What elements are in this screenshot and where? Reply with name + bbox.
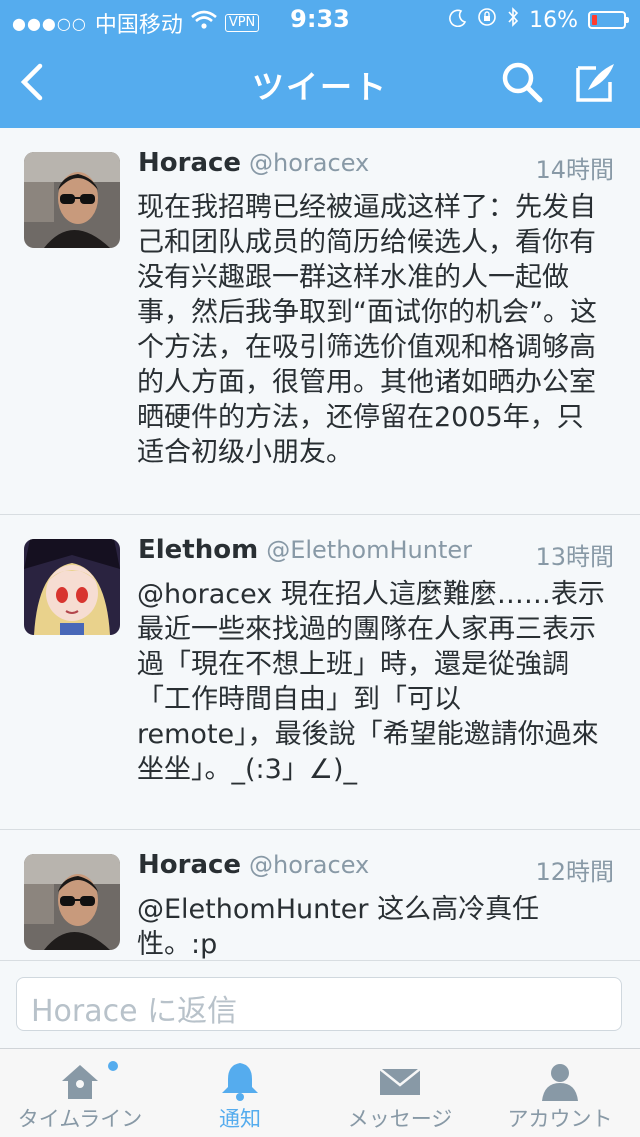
status-bar: ●●●○○ 中国移动 VPN 9:33 16%: [0, 0, 640, 40]
reply-input[interactable]: Horace に返信: [16, 977, 622, 1031]
avatar[interactable]: [24, 854, 120, 950]
tab-messages[interactable]: メッセージ: [320, 1049, 480, 1137]
home-icon: [58, 1059, 102, 1103]
nav-bar: ツイート: [0, 40, 640, 128]
tweet-list: Horace @horacex 14時間 现在我招聘已经被逼成这样了：先发自 己和…: [0, 128, 640, 960]
search-icon: [500, 60, 544, 108]
tweet-text: 现在我招聘已经被逼成这样了：先发自 己和团队成员的简历给候选人，看你有 没有兴趣…: [137, 192, 597, 468]
tweet[interactable]: Horace @horacex 14時間 现在我招聘已经被逼成这样了：先发自 己和…: [0, 128, 640, 515]
tweet[interactable]: Elethom @ElethomHunter 13時間 @horacex 現在招人…: [0, 515, 640, 830]
avatar[interactable]: [24, 152, 120, 248]
battery-icon: [588, 11, 629, 29]
tweet-time: 14時間: [535, 156, 614, 184]
avatar[interactable]: [24, 539, 120, 635]
tweet-time: 12時間: [535, 858, 614, 886]
tab-label: アカウント: [507, 1107, 613, 1131]
author-name: Horace: [138, 850, 242, 880]
tweet[interactable]: Horace @horacex 12時間 @ElethomHunter 这么高冷真…: [0, 830, 640, 960]
tweet-author[interactable]: Horace @horacex: [138, 148, 369, 178]
person-icon: [538, 1059, 582, 1103]
tab-notifications[interactable]: 通知: [160, 1049, 320, 1137]
top-bar: ●●●○○ 中国移动 VPN 9:33 16% ツイート: [0, 0, 640, 128]
tab-label: タイムライン: [17, 1107, 143, 1131]
tab-timeline[interactable]: タイムライン: [0, 1049, 160, 1137]
reply-bar: Horace に返信: [0, 960, 640, 1049]
search-button[interactable]: [498, 60, 546, 108]
reply-placeholder: Horace に返信: [31, 994, 238, 1029]
compose-button[interactable]: [572, 60, 620, 108]
bluetooth-icon: [507, 7, 519, 33]
tab-label: 通知: [219, 1107, 261, 1131]
tab-account[interactable]: アカウント: [480, 1049, 640, 1137]
tweet-text: @ElethomHunter 这么高冷真任性。:p: [137, 894, 540, 960]
envelope-icon: [378, 1059, 422, 1103]
author-handle: @ElethomHunter: [266, 536, 472, 564]
author-name: Elethom: [138, 535, 259, 565]
author-name: Horace: [138, 148, 242, 178]
author-handle: @horacex: [249, 851, 370, 879]
tweet-author[interactable]: Horace @horacex: [138, 850, 369, 880]
bell-icon: [218, 1059, 262, 1103]
moon-icon: [449, 8, 467, 33]
tweet-author[interactable]: Elethom @ElethomHunter: [138, 535, 472, 565]
tab-label: メッセージ: [347, 1107, 453, 1131]
compose-icon: [574, 60, 618, 108]
tab-bar: タイムライン 通知 メッセージ アカウント: [0, 1048, 640, 1137]
rotation-lock-icon: [477, 7, 497, 33]
author-handle: @horacex: [249, 149, 370, 177]
unread-dot: [108, 1061, 118, 1071]
tweet-time: 13時間: [535, 543, 614, 571]
tweet-text: @horacex 現在招人這麼難麼……表示 最近一些來找過的團隊在人家再三表示 …: [137, 579, 605, 785]
battery-percent: 16%: [529, 7, 578, 33]
